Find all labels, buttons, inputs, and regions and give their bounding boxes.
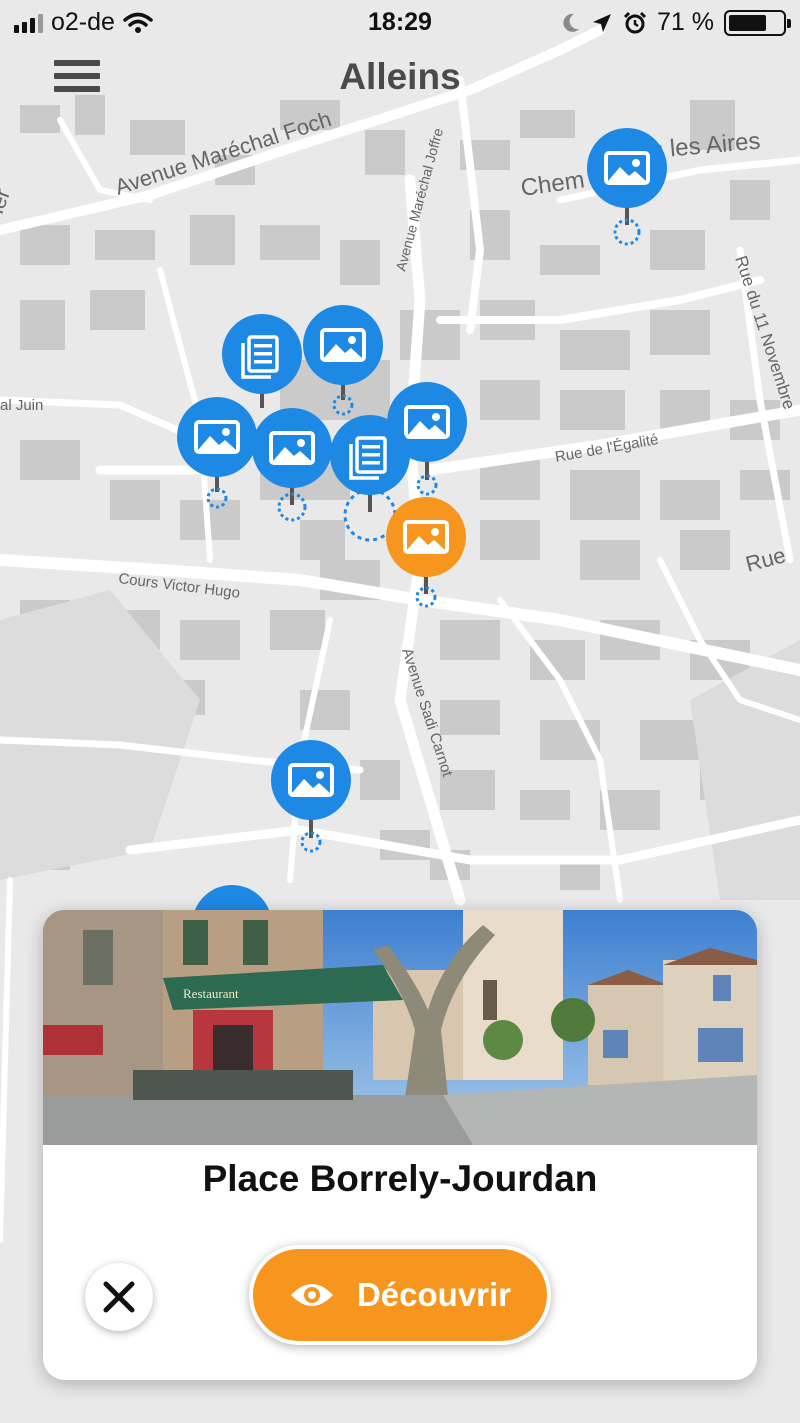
location-arrow-icon xyxy=(593,13,612,32)
close-icon xyxy=(103,1281,135,1313)
status-bar: o2-de 18:29 71 % xyxy=(0,0,800,46)
close-button[interactable] xyxy=(85,1263,153,1331)
moon-icon xyxy=(563,13,580,32)
page-title: Alleins xyxy=(339,56,461,97)
eye-icon xyxy=(290,1284,333,1306)
restaurant-sign: Restaurant xyxy=(183,986,239,1001)
discover-button[interactable]: Découvrir xyxy=(249,1245,551,1345)
alarm-icon xyxy=(623,11,647,33)
battery-percent: 71 % xyxy=(657,8,714,36)
place-photo: Restaurant xyxy=(43,910,757,1145)
place-title: Place Borrely-Jourdan xyxy=(202,1158,598,1199)
discover-label: Découvrir xyxy=(356,1276,512,1313)
place-card[interactable]: Restaurant Place Borrely-Jourdan Découvr… xyxy=(43,910,757,1380)
street-label: al Juin xyxy=(0,397,43,414)
battery-icon xyxy=(724,9,791,36)
